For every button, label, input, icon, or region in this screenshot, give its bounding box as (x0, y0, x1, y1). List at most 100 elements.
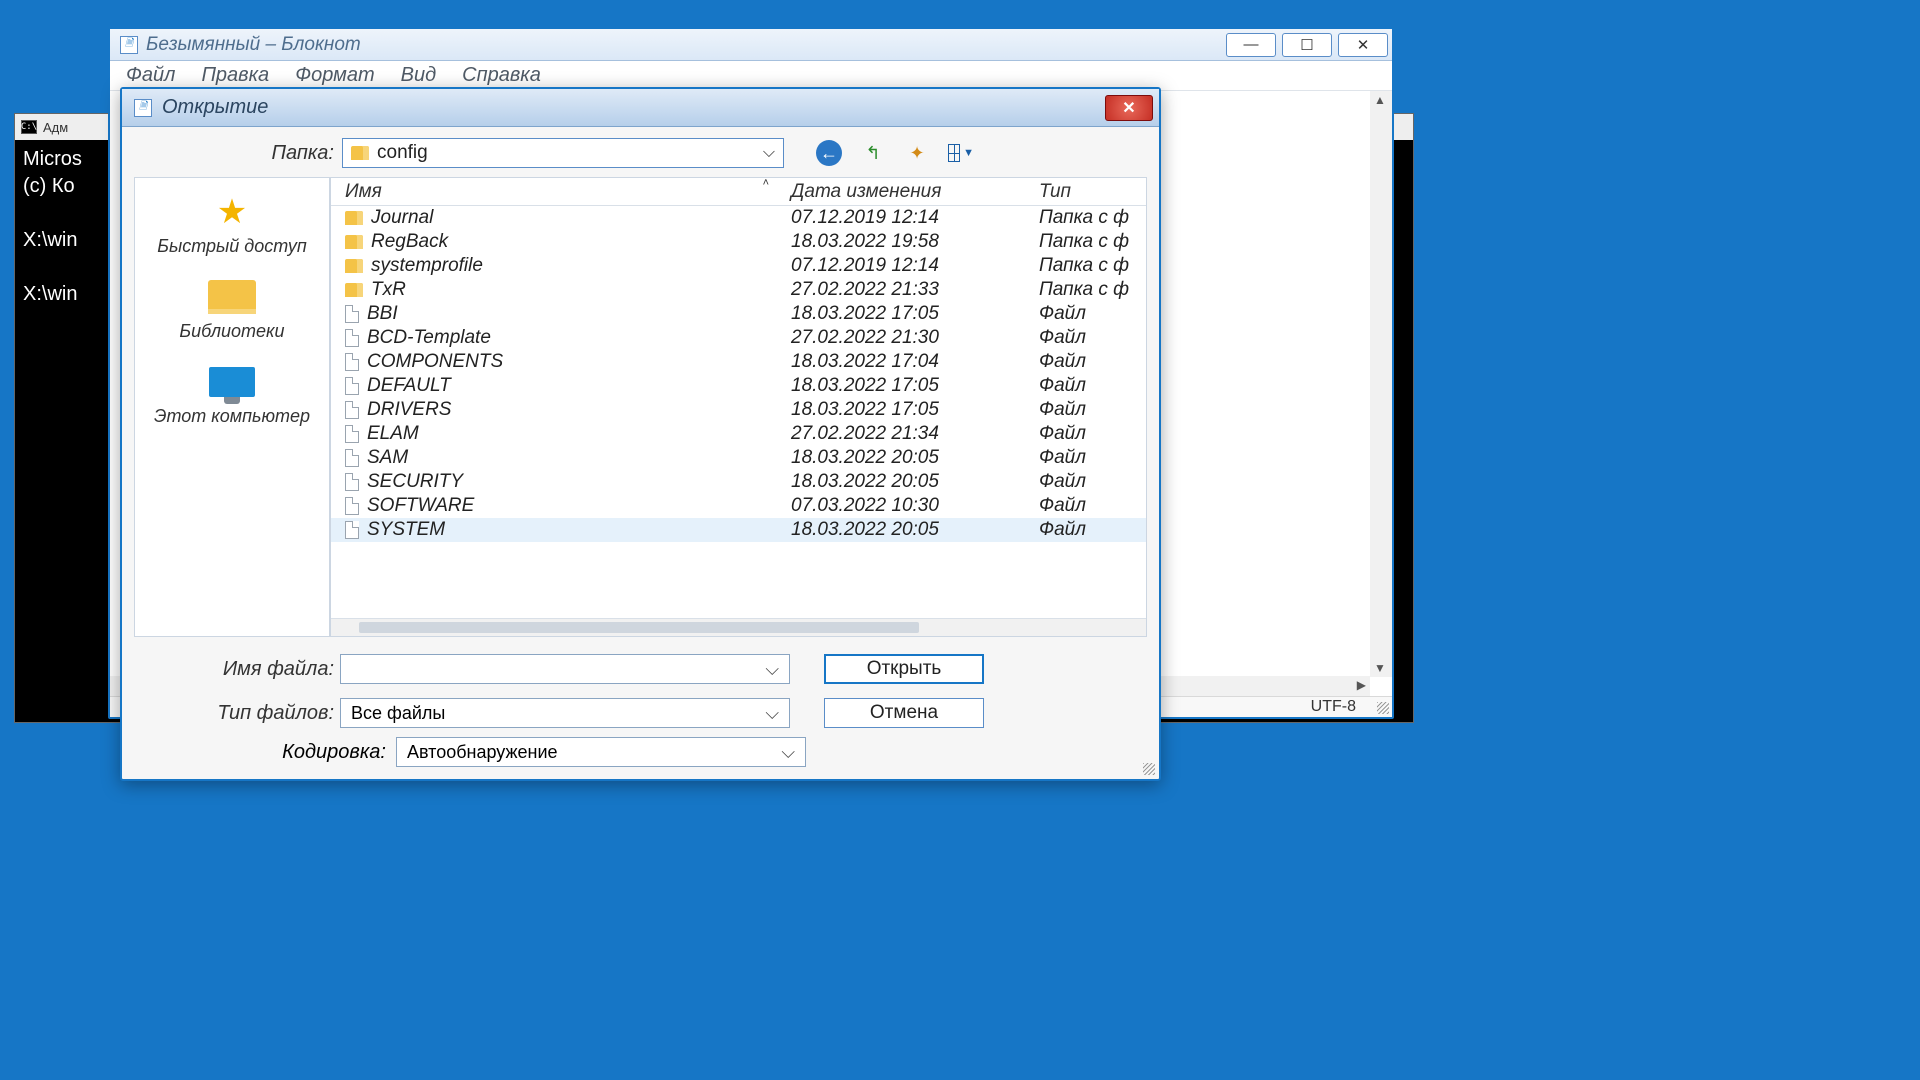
place-label: Библиотеки (179, 321, 284, 342)
folder-icon (351, 146, 369, 160)
filetype-combo[interactable]: Все файлы⌵ (340, 698, 790, 728)
open-dialog: 🗎 Открытие ✕ Папка: config ⌵ ← ↰ ✦ ▼ ★ Б… (120, 87, 1161, 781)
file-icon (345, 353, 359, 371)
file-icon (345, 473, 359, 491)
menu-справка[interactable]: Справка (462, 64, 541, 87)
file-name: DRIVERS (367, 399, 451, 421)
dialog-titlebar[interactable]: 🗎 Открытие ✕ (122, 89, 1159, 127)
file-date: 18.03.2022 17:05 (791, 375, 1031, 397)
view-menu-button[interactable]: ▼ (948, 140, 974, 166)
file-row[interactable]: DEFAULT18.03.2022 17:05Файл (331, 374, 1146, 398)
file-name: SAM (367, 447, 408, 469)
place-libraries[interactable]: Библиотеки (179, 277, 284, 342)
folder-combo[interactable]: config ⌵ (342, 138, 784, 168)
encoding-label: Кодировка: (134, 741, 386, 764)
file-row[interactable]: Journal07.12.2019 12:14Папка с ф (331, 206, 1146, 230)
star-icon: ★ (208, 192, 256, 232)
notepad-titlebar[interactable]: 🗎 Безымянный – Блокнот — ☐ ✕ (110, 29, 1392, 61)
file-date: 27.02.2022 21:33 (791, 279, 1031, 301)
file-date: 18.03.2022 20:05 (791, 471, 1031, 493)
resize-grip-icon[interactable] (1377, 702, 1389, 714)
new-folder-button[interactable]: ✦ (904, 140, 930, 166)
folder-label: Папка: (134, 142, 334, 165)
file-name: systemprofile (371, 255, 483, 277)
file-date: 18.03.2022 20:05 (791, 447, 1031, 469)
filetype-label: Тип файлов: (134, 702, 334, 725)
file-row[interactable]: RegBack18.03.2022 19:58Папка с ф (331, 230, 1146, 254)
vscrollbar[interactable] (1370, 91, 1392, 677)
file-row[interactable]: SYSTEM18.03.2022 20:05Файл (331, 518, 1146, 542)
file-name: ELAM (367, 423, 419, 445)
notepad-title: Безымянный – Блокнот (146, 34, 1218, 56)
file-type: Файл (1031, 495, 1146, 517)
file-type: Файл (1031, 399, 1146, 421)
menu-вид[interactable]: Вид (401, 64, 437, 87)
file-name: Journal (371, 207, 433, 229)
cancel-button[interactable]: Отмена (824, 698, 984, 728)
file-date: 18.03.2022 17:05 (791, 303, 1031, 325)
file-row[interactable]: SOFTWARE07.03.2022 10:30Файл (331, 494, 1146, 518)
file-list-header[interactable]: Имя ˄ Дата изменения Тип (331, 178, 1146, 206)
file-row[interactable]: BCD-Template27.02.2022 21:30Файл (331, 326, 1146, 350)
file-date: 27.02.2022 21:30 (791, 327, 1031, 349)
open-button[interactable]: Открыть (824, 654, 984, 684)
file-row[interactable]: COMPONENTS18.03.2022 17:04Файл (331, 350, 1146, 374)
file-type: Папка с ф (1031, 255, 1146, 277)
monitor-icon (208, 362, 256, 402)
folder-icon (345, 283, 363, 297)
menu-правка[interactable]: Правка (201, 64, 269, 87)
dialog-icon: 🗎 (134, 99, 152, 117)
status-encoding: UTF-8 (1311, 698, 1356, 716)
file-type: Папка с ф (1031, 231, 1146, 253)
dialog-close-button[interactable]: ✕ (1105, 95, 1153, 121)
menu-файл[interactable]: Файл (126, 64, 175, 87)
column-type[interactable]: Тип (1031, 181, 1146, 203)
menu-формат[interactable]: Формат (295, 64, 374, 87)
column-name[interactable]: Имя ˄ (331, 181, 791, 203)
file-type: Файл (1031, 351, 1146, 373)
file-list-hscrollbar[interactable] (331, 618, 1146, 636)
up-folder-button[interactable]: ↰ (860, 140, 886, 166)
file-icon (345, 401, 359, 419)
file-name: DEFAULT (367, 375, 451, 397)
place-quick-access[interactable]: ★ Быстрый доступ (157, 192, 306, 257)
back-button[interactable]: ← (816, 140, 842, 166)
file-rows: Journal07.12.2019 12:14Папка с фRegBack1… (331, 206, 1146, 618)
file-row[interactable]: ELAM 27.02.2022 21:34Файл (331, 422, 1146, 446)
file-row[interactable]: DRIVERS 18.03.2022 17:05Файл (331, 398, 1146, 422)
folder-icon (345, 235, 363, 249)
file-row[interactable]: BBI18.03.2022 17:05Файл (331, 302, 1146, 326)
folder-value: config (377, 142, 428, 164)
file-row[interactable]: SECURITY18.03.2022 20:05Файл (331, 470, 1146, 494)
file-type: Файл (1031, 471, 1146, 493)
file-icon (345, 497, 359, 515)
place-this-pc[interactable]: Этот компьютер (154, 362, 310, 427)
chevron-down-icon: ⌵ (763, 144, 775, 162)
file-name: BBI (367, 303, 398, 325)
minimize-button[interactable]: — (1226, 33, 1276, 57)
dialog-title: Открытие (162, 96, 1095, 119)
encoding-combo[interactable]: Автообнаружение⌵ (396, 737, 806, 767)
notepad-icon: 🗎 (120, 36, 138, 54)
file-row[interactable]: systemprofile07.12.2019 12:14Папка с ф (331, 254, 1146, 278)
column-date[interactable]: Дата изменения (791, 181, 1031, 203)
file-date: 27.02.2022 21:34 (791, 423, 1031, 445)
filename-input[interactable]: ⌵ (340, 654, 790, 684)
cmd-icon: C:\ (21, 120, 37, 134)
file-name: SOFTWARE (367, 495, 474, 517)
sort-asc-icon: ˄ (763, 177, 769, 189)
resize-grip-icon[interactable] (1143, 763, 1155, 775)
file-name: BCD-Template (367, 327, 491, 349)
close-button[interactable]: ✕ (1338, 33, 1388, 57)
file-list[interactable]: Имя ˄ Дата изменения Тип Journal 07.12.20… (330, 177, 1147, 637)
file-type: Файл (1031, 447, 1146, 469)
place-label: Быстрый доступ (157, 236, 306, 257)
file-type: Файл (1031, 519, 1146, 541)
place-label: Этот компьютер (154, 406, 310, 427)
maximize-button[interactable]: ☐ (1282, 33, 1332, 57)
file-row[interactable]: TxR27.02.2022 21:33Папка с ф (331, 278, 1146, 302)
file-date: 07.12.2019 12:14 (791, 207, 1031, 229)
file-row[interactable]: SAM 18.03.2022 20:05Файл (331, 446, 1146, 470)
file-type: Файл (1031, 423, 1146, 445)
file-date: 18.03.2022 17:05 (791, 399, 1031, 421)
